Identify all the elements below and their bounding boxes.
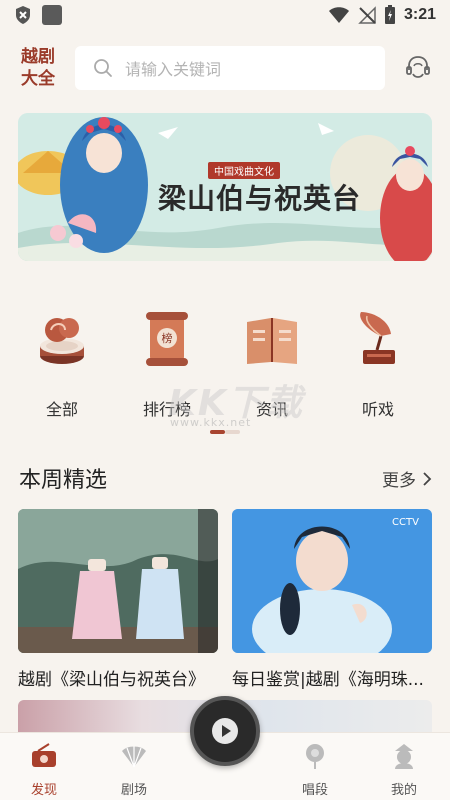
chevron-right-icon (423, 471, 432, 486)
fan-icon (122, 746, 146, 768)
carousel-indicator (210, 430, 240, 434)
watermark-url: www.kkx.net (170, 416, 252, 429)
app-logo: 越剧 大全 (18, 46, 58, 90)
no-signal-icon (358, 6, 376, 24)
header: 越剧 大全 请输入关键词 (0, 44, 450, 92)
banner-title: 梁山伯与祝英台 (158, 182, 362, 215)
status-left (14, 5, 62, 25)
more-link[interactable]: 更多 (382, 466, 432, 491)
customer-service-icon[interactable] (404, 54, 432, 82)
tab-mine[interactable]: 我的 (374, 741, 434, 798)
tab-label: 发现 (30, 783, 57, 798)
promo-banner[interactable]: 中国戏曲文化 梁山伯与祝英台 (18, 113, 432, 261)
category-label: 全部 (45, 400, 78, 419)
clock-time: 3:21 (403, 6, 436, 23)
logo-line-1: 越剧 (21, 47, 55, 67)
play-button[interactable] (190, 696, 260, 766)
logo-line-2: 大全 (21, 69, 55, 89)
category-label: 听戏 (361, 400, 394, 419)
video-title: 每日鉴赏|越剧《海明珠... (232, 670, 424, 690)
section-title: 本周精选 (19, 468, 108, 493)
svg-text:榜: 榜 (162, 331, 173, 345)
video-thumbnail: CCTV (232, 509, 432, 653)
search-placeholder: 请输入关键词 (125, 60, 222, 79)
status-bar: 3:21 (0, 0, 450, 30)
performer-image: CCTV (232, 509, 432, 653)
svg-text:CCTV: CCTV (392, 517, 419, 528)
shield-icon (16, 6, 30, 24)
tab-theater[interactable]: 剧场 (104, 741, 164, 798)
lantern-icon (306, 744, 324, 769)
stage-image (18, 509, 218, 653)
video-thumbnail (18, 509, 218, 653)
book-icon (247, 318, 297, 364)
search-icon (94, 59, 112, 77)
category-all[interactable]: 全部 (17, 308, 107, 420)
radio-icon (32, 743, 56, 767)
indicator-active (210, 430, 225, 434)
video-card[interactable]: 越剧《梁山伯与祝英台》 (18, 509, 218, 690)
status-right: 3:21 (328, 5, 436, 25)
tab-label: 唱段 (301, 783, 328, 798)
tab-discover[interactable]: 发现 (14, 741, 74, 798)
app-notification-icon (42, 5, 62, 25)
category-listen[interactable]: 听戏 (333, 308, 423, 420)
search-bar[interactable]: 请输入关键词 (75, 46, 385, 90)
battery-icon (384, 5, 395, 24)
play-icon (212, 718, 238, 744)
wifi-icon (328, 7, 349, 23)
tab-label: 剧场 (120, 783, 147, 798)
gramophone-icon (360, 312, 395, 364)
video-card[interactable]: CCTV 每日鉴赏|越剧《海明珠... (232, 509, 432, 690)
tab-arias[interactable]: 唱段 (285, 741, 345, 798)
profile-mask-icon (395, 744, 413, 769)
tab-label: 我的 (390, 783, 417, 798)
video-title: 越剧《梁山伯与祝英台》 (18, 670, 205, 690)
disc-icon (40, 318, 84, 364)
more-label: 更多 (382, 471, 416, 491)
scroll-icon: 榜 (146, 312, 188, 366)
indicator-inactive (225, 430, 240, 434)
